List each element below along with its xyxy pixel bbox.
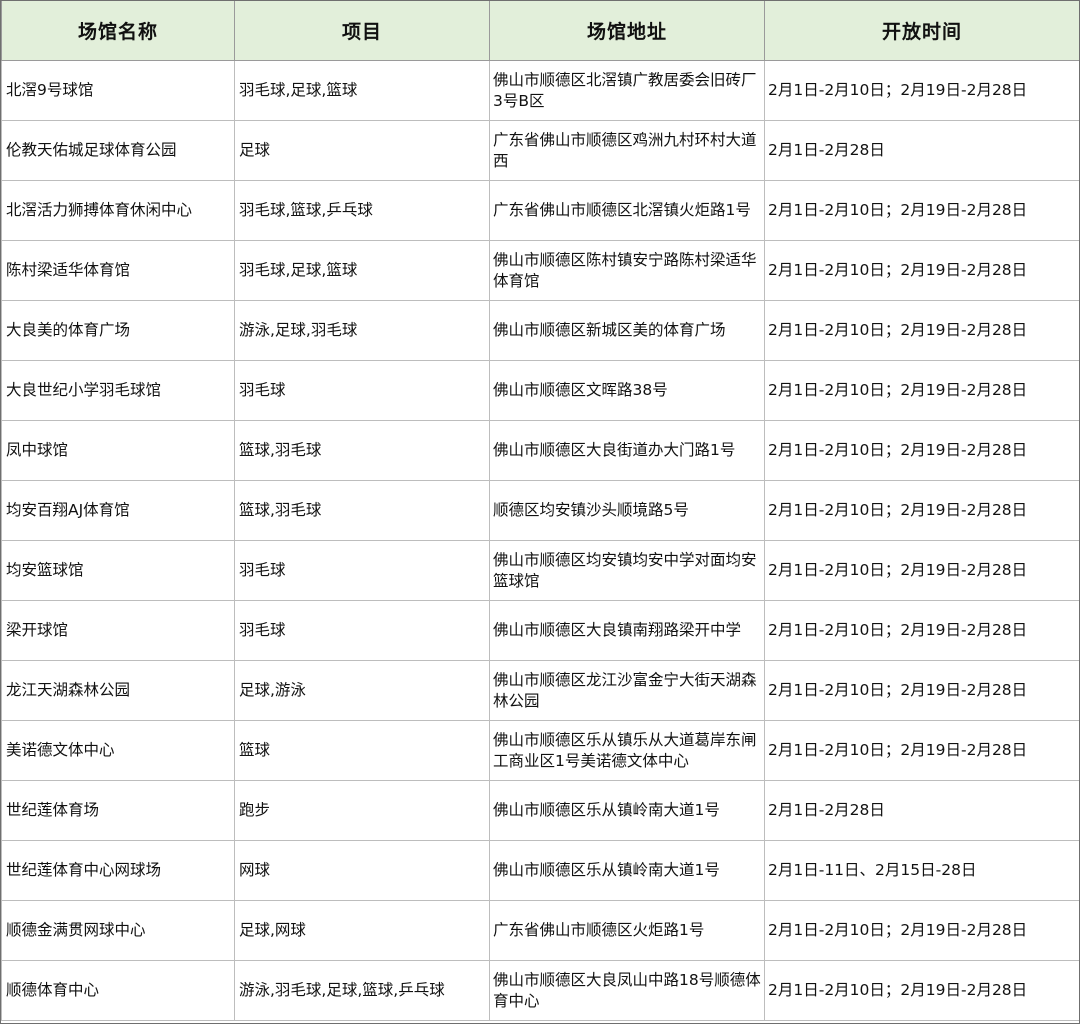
address-cell[interactable]: 佛山市顺德区均安镇均安中学对面均安篮球馆 — [489, 540, 765, 601]
header-venue-name[interactable]: 场馆名称 — [1, 0, 235, 61]
venue-name-cell[interactable]: 世纪莲体育中心网球场 — [1, 840, 235, 901]
sport-cell[interactable]: 网球 — [234, 840, 490, 901]
address-cell[interactable]: 佛山市顺德区乐从镇岭南大道1号 — [489, 840, 765, 901]
address-cell[interactable]: 佛山市顺德区北滘镇广教居委会旧砖厂3号B区 — [489, 60, 765, 121]
table-row: 伦教天佑城足球体育公园 足球 广东省佛山市顺德区鸡洲九村环村大道西 2月1日-2… — [1, 120, 1080, 181]
sport-cell[interactable]: 游泳,羽毛球,足球,篮球,乒乓球 — [234, 960, 490, 1021]
venue-name-cell[interactable]: 均安篮球馆 — [1, 540, 235, 601]
address-cell[interactable]: 佛山市顺德区大良凤山中路18号顺德体育中心 — [489, 960, 765, 1021]
header-row: 场馆名称 项目 场馆地址 开放时间 — [1, 0, 1080, 61]
table-row: 大良美的体育广场 游泳,足球,羽毛球 佛山市顺德区新城区美的体育广场 2月1日-… — [1, 300, 1080, 361]
sport-cell[interactable]: 羽毛球,足球,篮球 — [234, 60, 490, 121]
sport-cell[interactable]: 羽毛球,足球,篮球 — [234, 240, 490, 301]
table-row: 世纪莲体育中心网球场 网球 佛山市顺德区乐从镇岭南大道1号 2月1日-11日、2… — [1, 840, 1080, 901]
hours-cell[interactable]: 2月1日-2月10日；2月19日-2月28日 — [764, 480, 1080, 541]
venue-name-cell[interactable]: 大良世纪小学羽毛球馆 — [1, 360, 235, 421]
venue-name-cell[interactable]: 均安百翔AJ体育馆 — [1, 480, 235, 541]
table-row: 梁开球馆 羽毛球 佛山市顺德区大良镇南翔路梁开中学 2月1日-2月10日；2月1… — [1, 600, 1080, 661]
address-cell[interactable]: 佛山市顺德区龙江沙富金宁大街天湖森林公园 — [489, 660, 765, 721]
venue-table: 场馆名称 项目 场馆地址 开放时间 北滘9号球馆 羽毛球,足球,篮球 佛山市顺德… — [1, 0, 1080, 1021]
venue-name-cell[interactable]: 顺德金满贯网球中心 — [1, 900, 235, 961]
venue-name-cell[interactable]: 陈村梁适华体育馆 — [1, 240, 235, 301]
address-cell[interactable]: 佛山市顺德区乐从镇乐从大道葛岸东闸工商业区1号美诺德文体中心 — [489, 720, 765, 781]
sport-cell[interactable]: 足球,网球 — [234, 900, 490, 961]
venue-name-cell[interactable]: 顺德体育中心 — [1, 960, 235, 1021]
venue-name-cell[interactable]: 伦教天佑城足球体育公园 — [1, 120, 235, 181]
address-cell[interactable]: 佛山市顺德区陈村镇安宁路陈村梁适华体育馆 — [489, 240, 765, 301]
address-cell[interactable]: 佛山市顺德区乐从镇岭南大道1号 — [489, 780, 765, 841]
table-row: 美诺德文体中心 篮球 佛山市顺德区乐从镇乐从大道葛岸东闸工商业区1号美诺德文体中… — [1, 720, 1080, 781]
sport-cell[interactable]: 羽毛球 — [234, 540, 490, 601]
venue-name-cell[interactable]: 世纪莲体育场 — [1, 780, 235, 841]
hours-cell[interactable]: 2月1日-2月10日；2月19日-2月28日 — [764, 960, 1080, 1021]
hours-cell[interactable]: 2月1日-2月10日；2月19日-2月28日 — [764, 180, 1080, 241]
address-cell[interactable]: 广东省佛山市顺德区鸡洲九村环村大道西 — [489, 120, 765, 181]
address-cell[interactable]: 广东省佛山市顺德区火炬路1号 — [489, 900, 765, 961]
venue-name-cell[interactable]: 凤中球馆 — [1, 420, 235, 481]
hours-cell[interactable]: 2月1日-2月10日；2月19日-2月28日 — [764, 360, 1080, 421]
sport-cell[interactable]: 羽毛球,篮球,乒乓球 — [234, 180, 490, 241]
venue-name-cell[interactable]: 美诺德文体中心 — [1, 720, 235, 781]
venue-name-cell[interactable]: 梁开球馆 — [1, 600, 235, 661]
table-row: 均安篮球馆 羽毛球 佛山市顺德区均安镇均安中学对面均安篮球馆 2月1日-2月10… — [1, 540, 1080, 601]
venue-name-cell[interactable]: 大良美的体育广场 — [1, 300, 235, 361]
address-cell[interactable]: 佛山市顺德区大良镇南翔路梁开中学 — [489, 600, 765, 661]
address-cell[interactable]: 广东省佛山市顺德区北滘镇火炬路1号 — [489, 180, 765, 241]
hours-cell[interactable]: 2月1日-2月10日；2月19日-2月28日 — [764, 420, 1080, 481]
address-cell[interactable]: 佛山市顺德区文晖路38号 — [489, 360, 765, 421]
table-row: 龙江天湖森林公园 足球,游泳 佛山市顺德区龙江沙富金宁大街天湖森林公园 2月1日… — [1, 660, 1080, 721]
hours-cell[interactable]: 2月1日-2月10日；2月19日-2月28日 — [764, 660, 1080, 721]
venue-sheet: 场馆名称 项目 场馆地址 开放时间 北滘9号球馆 羽毛球,足球,篮球 佛山市顺德… — [0, 0, 1080, 1024]
table-row: 大良世纪小学羽毛球馆 羽毛球 佛山市顺德区文晖路38号 2月1日-2月10日；2… — [1, 360, 1080, 421]
sport-cell[interactable]: 羽毛球 — [234, 360, 490, 421]
hours-cell[interactable]: 2月1日-11日、2月15日-28日 — [764, 840, 1080, 901]
table-row: 顺德体育中心 游泳,羽毛球,足球,篮球,乒乓球 佛山市顺德区大良凤山中路18号顺… — [1, 960, 1080, 1021]
venue-name-cell[interactable]: 北滘9号球馆 — [1, 60, 235, 121]
hours-cell[interactable]: 2月1日-2月10日；2月19日-2月28日 — [764, 60, 1080, 121]
sport-cell[interactable]: 羽毛球 — [234, 600, 490, 661]
hours-cell[interactable]: 2月1日-2月10日；2月19日-2月28日 — [764, 300, 1080, 361]
address-cell[interactable]: 佛山市顺德区新城区美的体育广场 — [489, 300, 765, 361]
table-row: 北滘活力狮搏体育休闲中心 羽毛球,篮球,乒乓球 广东省佛山市顺德区北滘镇火炬路1… — [1, 180, 1080, 241]
hours-cell[interactable]: 2月1日-2月28日 — [764, 120, 1080, 181]
hours-cell[interactable]: 2月1日-2月10日；2月19日-2月28日 — [764, 240, 1080, 301]
sport-cell[interactable]: 篮球,羽毛球 — [234, 420, 490, 481]
venue-name-cell[interactable]: 北滘活力狮搏体育休闲中心 — [1, 180, 235, 241]
hours-cell[interactable]: 2月1日-2月10日；2月19日-2月28日 — [764, 720, 1080, 781]
sport-cell[interactable]: 跑步 — [234, 780, 490, 841]
table-row: 世纪莲体育场 跑步 佛山市顺德区乐从镇岭南大道1号 2月1日-2月28日 — [1, 780, 1080, 841]
venue-name-cell[interactable]: 龙江天湖森林公园 — [1, 660, 235, 721]
hours-cell[interactable]: 2月1日-2月10日；2月19日-2月28日 — [764, 540, 1080, 601]
header-sport[interactable]: 项目 — [234, 0, 490, 61]
hours-cell[interactable]: 2月1日-2月10日；2月19日-2月28日 — [764, 900, 1080, 961]
sport-cell[interactable]: 足球 — [234, 120, 490, 181]
hours-cell[interactable]: 2月1日-2月10日；2月19日-2月28日 — [764, 600, 1080, 661]
table-row: 北滘9号球馆 羽毛球,足球,篮球 佛山市顺德区北滘镇广教居委会旧砖厂3号B区 2… — [1, 60, 1080, 121]
sport-cell[interactable]: 游泳,足球,羽毛球 — [234, 300, 490, 361]
table-row: 凤中球馆 篮球,羽毛球 佛山市顺德区大良街道办大门路1号 2月1日-2月10日；… — [1, 420, 1080, 481]
sport-cell[interactable]: 篮球 — [234, 720, 490, 781]
header-hours[interactable]: 开放时间 — [764, 0, 1080, 61]
sport-cell[interactable]: 篮球,羽毛球 — [234, 480, 490, 541]
address-cell[interactable]: 顺德区均安镇沙头顺境路5号 — [489, 480, 765, 541]
hours-cell[interactable]: 2月1日-2月28日 — [764, 780, 1080, 841]
sport-cell[interactable]: 足球,游泳 — [234, 660, 490, 721]
table-row: 陈村梁适华体育馆 羽毛球,足球,篮球 佛山市顺德区陈村镇安宁路陈村梁适华体育馆 … — [1, 240, 1080, 301]
table-row: 顺德金满贯网球中心 足球,网球 广东省佛山市顺德区火炬路1号 2月1日-2月10… — [1, 900, 1080, 961]
address-cell[interactable]: 佛山市顺德区大良街道办大门路1号 — [489, 420, 765, 481]
table-row: 均安百翔AJ体育馆 篮球,羽毛球 顺德区均安镇沙头顺境路5号 2月1日-2月10… — [1, 480, 1080, 541]
header-address[interactable]: 场馆地址 — [489, 0, 765, 61]
